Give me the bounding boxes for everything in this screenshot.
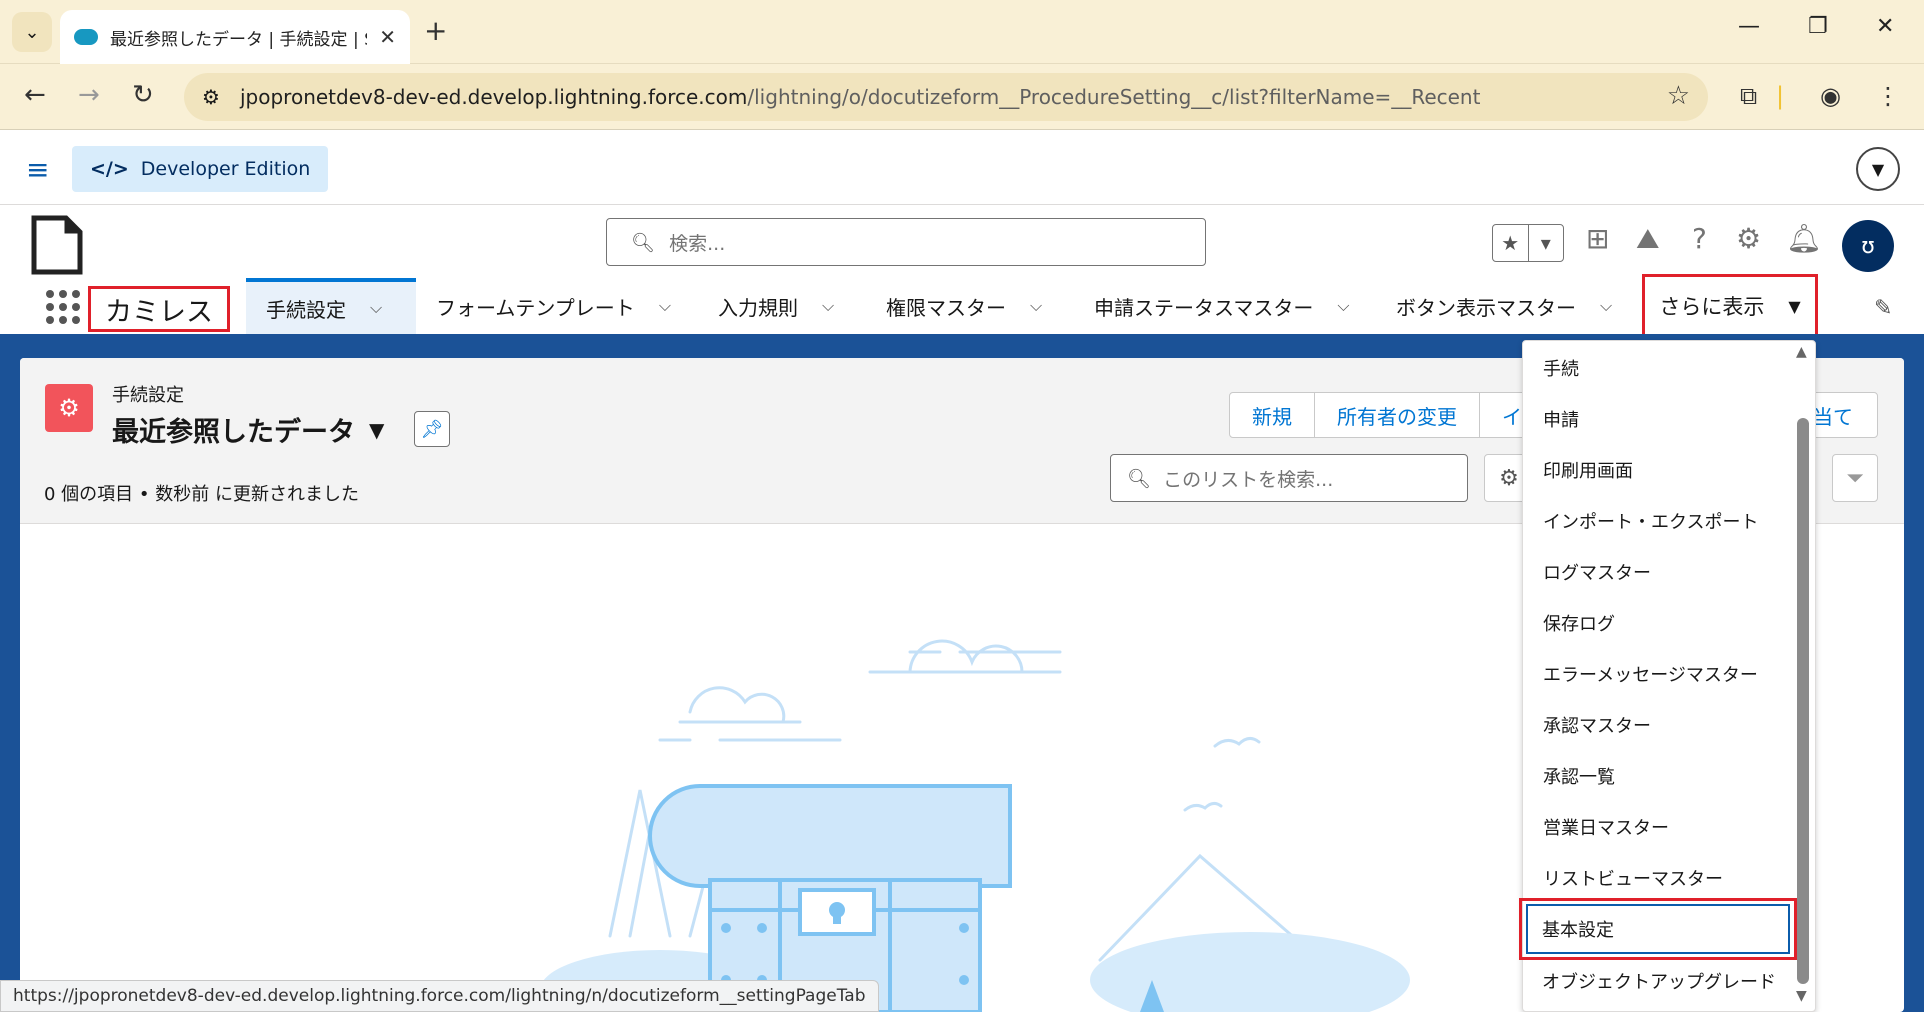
list-search-input[interactable]: 🔍︎ このリストを検索... — [1110, 454, 1468, 502]
sf-dev-bar: ≡ </> Developer Edition ▼ — [0, 131, 1924, 205]
chevron-down-icon[interactable]: ⌵ — [370, 298, 382, 318]
new-tab-icon[interactable]: + — [424, 14, 447, 47]
dropdown-circle-icon[interactable]: ▼ — [1856, 147, 1900, 191]
hamburger-menu-icon[interactable]: ≡ — [26, 153, 49, 186]
more-tabs-label: さらに表示 — [1659, 295, 1765, 319]
developer-edition-badge[interactable]: </> Developer Edition — [72, 146, 329, 192]
scroll-up-icon[interactable]: ▲ — [1796, 344, 1807, 360]
site-info-icon[interactable]: ⚙ — [202, 85, 220, 109]
procedure-setting-object-icon: ⚙ — [45, 384, 93, 432]
edit-nav-pencil-icon[interactable]: ✎ — [1874, 296, 1892, 321]
global-search-input[interactable]: 🔍︎ 検索... — [606, 218, 1206, 266]
chevron-down-icon[interactable]: ⌵ — [822, 296, 834, 316]
url-text: jpopronetdev8-dev-ed.develop.lightning.f… — [240, 85, 1481, 109]
nav-tab-status-master[interactable]: 申請ステータスマスター ⌵ — [1074, 278, 1370, 334]
search-icon: 🔍︎ — [1127, 467, 1152, 490]
list-view-selector[interactable]: 最近参照したデータ ▼ — [112, 410, 384, 449]
back-icon[interactable]: ← — [24, 80, 46, 110]
dropdown-item[interactable]: 手続 — [1543, 355, 1579, 381]
list-search-placeholder: このリストを検索... — [1163, 468, 1334, 491]
browser-tabstrip: ⌄ 最近参照したデータ | 手続設定 | S... ✕ + — ❐ ✕ — [0, 0, 1924, 64]
dropdown-scrollbar[interactable] — [1797, 418, 1809, 984]
trailhead-icon[interactable]: ⛰ — [1636, 222, 1660, 256]
object-label: 手続設定 — [112, 385, 184, 406]
dropdown-item[interactable]: 営業日マスター — [1543, 814, 1669, 840]
nav-tab-procedure-setting[interactable]: 手続設定 ⌵ — [246, 278, 416, 334]
dropdown-item[interactable]: 申請 — [1543, 406, 1579, 432]
restore-icon[interactable]: ❐ — [1808, 14, 1828, 39]
chevron-down-icon[interactable]: ⌵ — [1600, 296, 1612, 316]
dropdown-item[interactable]: 印刷用画面 — [1543, 457, 1633, 483]
nav-tab-permission-master[interactable]: 権限マスター ⌵ — [866, 278, 1062, 334]
empty-state-illustration — [540, 639, 1410, 1012]
browser-toolbar: ← → ↻ ⚙ jpopronetdev8-dev-ed.develop.lig… — [0, 64, 1924, 130]
list-view-name: 最近参照したデータ — [112, 417, 355, 448]
scroll-down-icon[interactable]: ▼ — [1796, 988, 1807, 1004]
forward-icon[interactable]: → — [78, 80, 100, 110]
dropdown-item[interactable]: インポート・エクスポート — [1543, 508, 1758, 534]
tab-list-chevron-icon[interactable]: ⌄ — [12, 12, 52, 52]
app-logo-icon — [31, 215, 83, 275]
developer-edition-label: Developer Edition — [140, 158, 311, 180]
chevron-down-icon[interactable]: ⌵ — [659, 296, 671, 316]
new-button[interactable]: 新規 — [1230, 393, 1315, 437]
help-icon[interactable]: ? — [1692, 222, 1707, 255]
reload-icon[interactable]: ↻ — [132, 80, 154, 110]
dropdown-item[interactable]: オブジェクトアップグレード — [1542, 968, 1776, 994]
nav-tab-form-template[interactable]: フォームテンプレート ⌵ — [416, 278, 691, 334]
notifications-bell-icon[interactable]: 🔔︎ — [1786, 222, 1822, 255]
browser-tab-title: 最近参照したデータ | 手続設定 | S... — [110, 29, 368, 50]
change-owner-button[interactable]: 所有者の変更 — [1315, 393, 1480, 437]
filter-icon[interactable]: ⏷ — [1832, 454, 1878, 502]
nav-tab-label: 権限マスター — [886, 295, 1006, 320]
dropdown-item[interactable]: ログマスター — [1543, 559, 1651, 585]
dropdown-item-basic-settings[interactable]: 基本設定 — [1542, 916, 1614, 942]
address-bar[interactable]: ⚙ jpopronetdev8-dev-ed.develop.lightning… — [184, 73, 1708, 121]
nav-tab-label: 手続設定 — [266, 297, 346, 322]
dropdown-item[interactable]: 保存ログ — [1543, 610, 1615, 636]
app-navigation: カミレス 手続設定 ⌵ フォームテンプレート ⌵ 入力規則 ⌵ 権限マスター ⌵… — [0, 278, 1924, 334]
chevron-down-icon[interactable]: ⌵ — [1030, 296, 1042, 316]
close-window-icon[interactable]: ✕ — [1876, 14, 1894, 39]
more-tabs-button[interactable]: さらに表示 ▼ — [1642, 274, 1818, 338]
list-meta-text: 0 個の項目 • 数秒前 に更新されました — [44, 484, 359, 505]
code-icon: </> — [90, 158, 129, 180]
nav-tab-input-rules[interactable]: 入力規則 ⌵ — [698, 278, 854, 334]
profile-icon[interactable]: ◉ — [1820, 82, 1841, 110]
app-launcher-icon[interactable] — [46, 290, 80, 324]
list-action-buttons: 新規 所有者の変更 イ — [1229, 392, 1545, 438]
caret-down-icon: ▼ — [1788, 296, 1801, 316]
minimize-icon[interactable]: — — [1738, 14, 1760, 39]
caret-down-icon[interactable]: ▼ — [369, 418, 384, 442]
user-avatar[interactable]: ʊ — [1842, 220, 1894, 272]
favorites-button-group[interactable]: ★ ▾ — [1492, 224, 1564, 262]
favorites-dropdown-icon[interactable]: ▾ — [1529, 225, 1564, 261]
divider-icon: | — [1776, 82, 1785, 110]
dropdown-item[interactable]: 承認一覧 — [1543, 763, 1615, 789]
bookmark-star-icon[interactable]: ☆ — [1667, 81, 1690, 111]
salesforce-favicon-icon — [74, 29, 98, 45]
nav-tab-label: 申請ステータスマスター — [1094, 295, 1314, 320]
global-search-placeholder: 検索... — [669, 232, 726, 255]
search-icon: 🔍︎ — [631, 231, 656, 254]
dropdown-item[interactable]: エラーメッセージマスター — [1543, 661, 1758, 687]
nav-tab-label: 入力規則 — [718, 295, 798, 320]
extensions-icon[interactable]: ⧉ — [1740, 82, 1757, 110]
app-name: カミレス — [88, 286, 230, 332]
browser-tab[interactable]: 最近参照したデータ | 手続設定 | S... ✕ — [60, 10, 410, 64]
favorites-star-icon[interactable]: ★ — [1493, 225, 1529, 261]
nav-tab-label: ボタン表示マスター — [1396, 295, 1576, 320]
link-status-bar: https://jpopronetdev8-dev-ed.develop.lig… — [0, 980, 879, 1012]
global-actions-plus-icon[interactable]: ⊞ — [1586, 222, 1609, 255]
nav-tab-button-display-master[interactable]: ボタン表示マスター ⌵ — [1376, 278, 1632, 334]
chevron-down-icon[interactable]: ⌵ — [1337, 296, 1349, 316]
dropdown-item[interactable]: リストビューマスター — [1543, 865, 1723, 891]
pin-icon[interactable]: 📌︎ — [414, 411, 450, 447]
setup-gear-icon[interactable]: ⚙ — [1736, 222, 1761, 255]
dropdown-item[interactable]: 承認マスター — [1543, 712, 1651, 738]
close-tab-icon[interactable]: ✕ — [379, 25, 396, 49]
chrome-menu-icon[interactable]: ⋮ — [1876, 82, 1900, 110]
nav-tab-label: フォームテンプレート — [436, 295, 635, 320]
